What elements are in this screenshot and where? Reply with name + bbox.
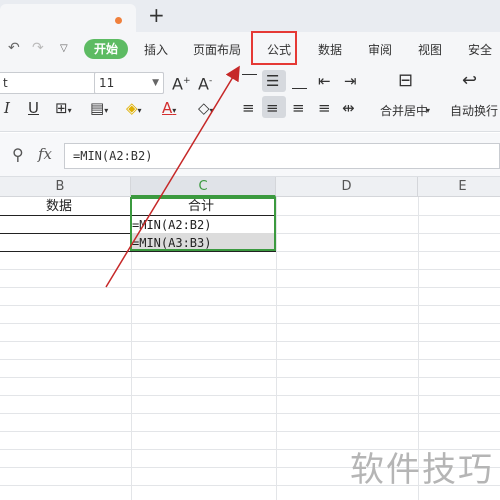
align-top-icon[interactable]: ⎺	[242, 72, 257, 90]
new-tab-button[interactable]: +	[148, 4, 165, 26]
redo-icon[interactable]: ↷	[32, 40, 44, 56]
merge-center-icon[interactable]: ⊟	[398, 72, 413, 90]
menu-data[interactable]: 数据	[318, 41, 342, 58]
menu-home[interactable]: 开始	[84, 39, 128, 59]
fx-button[interactable]: fx	[38, 145, 52, 163]
italic-button[interactable]: I	[4, 99, 10, 117]
align-left-icon[interactable]: ≡	[242, 99, 255, 117]
underline-button[interactable]: U	[28, 99, 39, 117]
align-right-icon[interactable]: ≡	[292, 99, 305, 117]
menu-page-layout[interactable]: 页面布局	[193, 41, 241, 58]
justify-icon[interactable]: ≡	[318, 99, 331, 117]
undo-icon[interactable]: ↶	[8, 40, 20, 56]
indent-decrease-icon[interactable]: ⇤	[318, 72, 331, 90]
menu-insert[interactable]: 插入	[144, 41, 168, 58]
selection-range	[130, 197, 276, 251]
merge-center-button[interactable]: 合并居中	[380, 102, 428, 119]
indent-increase-icon[interactable]: ⇥	[344, 72, 357, 90]
column-header-b[interactable]: B	[0, 177, 131, 197]
formula-tab-highlight	[251, 31, 297, 65]
formula-input[interactable]: =MIN(A2:B2)	[64, 143, 500, 169]
watermark: 软件技巧	[350, 450, 494, 490]
cell-style-icon[interactable]: ▤▾	[90, 99, 108, 120]
align-bottom-icon[interactable]: ⎽	[292, 72, 307, 90]
shrink-font-icon[interactable]: A-	[198, 72, 212, 93]
column-header-e[interactable]: E	[418, 177, 500, 197]
zoom-icon[interactable]: ⚲	[12, 145, 24, 164]
grow-font-icon[interactable]: A+	[172, 72, 191, 93]
font-size-select[interactable]: 11 ▼	[94, 72, 164, 94]
menu-security[interactable]: 安全	[468, 41, 492, 58]
align-middle-icon[interactable]: ☰	[266, 72, 279, 90]
font-size-value: 11	[99, 76, 115, 90]
ribbon-toolbar: t 11 ▼ A+ A- I U ⊞▾ ▤▾ ◈▾ A▾ ◇▾ ⎺ ☰ ⎽ ⇤ …	[0, 66, 500, 132]
align-center-icon[interactable]: ≡	[266, 99, 279, 117]
dropdown-icon[interactable]: ▽	[60, 43, 68, 54]
cell-b1[interactable]: 数据	[46, 198, 72, 216]
merge-dropdown-icon[interactable]: ▾	[426, 102, 430, 120]
clear-format-icon[interactable]: ◇▾	[198, 99, 214, 120]
distributed-icon[interactable]: ⇹	[342, 99, 355, 117]
document-tab[interactable]	[0, 4, 136, 32]
menu-bar: ↶ ↷ ▽ 插入 页面布局 公式 数据 审阅 视图 安全	[0, 32, 500, 66]
menu-review[interactable]: 审阅	[368, 41, 392, 58]
font-color-icon[interactable]: A▾	[162, 99, 176, 120]
font-name-value: t	[3, 76, 8, 90]
formula-bar: ⚲ fx =MIN(A2:B2)	[0, 133, 500, 177]
column-header-c[interactable]: C	[131, 177, 276, 197]
fill-color-icon[interactable]: ◈▾	[126, 99, 142, 120]
wrap-text-button[interactable]: 自动换行	[450, 102, 498, 119]
wrap-text-icon[interactable]: ↩	[462, 72, 477, 90]
column-header-d[interactable]: D	[276, 177, 418, 197]
chevron-down-icon: ▼	[152, 78, 159, 88]
border-icon[interactable]: ⊞▾	[55, 99, 72, 120]
tab-bar: +	[0, 0, 500, 32]
menu-view[interactable]: 视图	[418, 41, 442, 58]
unsaved-dot-icon	[115, 17, 122, 24]
